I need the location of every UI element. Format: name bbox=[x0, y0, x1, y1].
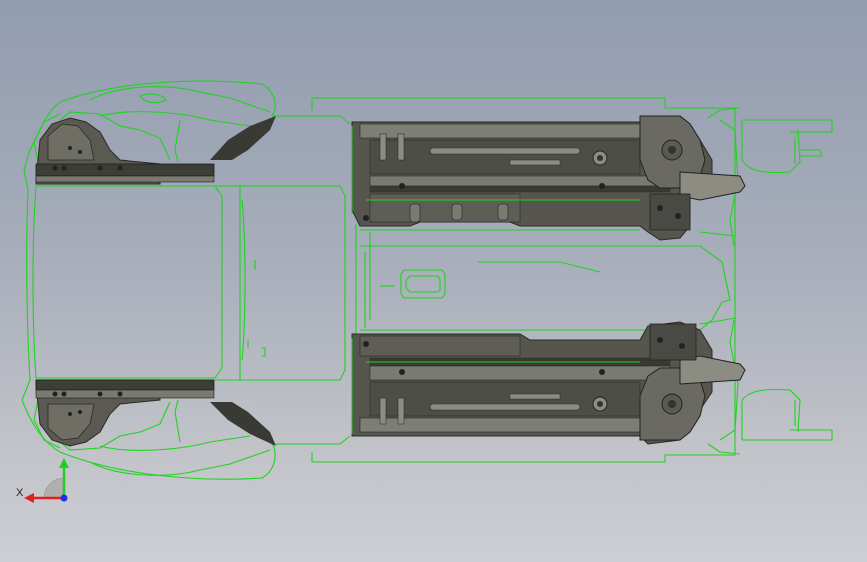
triad-plane bbox=[43, 477, 65, 499]
solid-parts bbox=[35, 115, 746, 447]
front-rail-bottom bbox=[35, 379, 276, 447]
floor-rail-bottom bbox=[351, 321, 746, 445]
front-rail-top bbox=[35, 116, 276, 185]
x-axis-label: X bbox=[16, 487, 24, 499]
floor-rail-top bbox=[351, 115, 746, 241]
vehicle-chassis-model[interactable] bbox=[0, 0, 867, 562]
z-axis-dot bbox=[60, 494, 68, 502]
graphics-viewport[interactable]: X bbox=[0, 0, 867, 562]
